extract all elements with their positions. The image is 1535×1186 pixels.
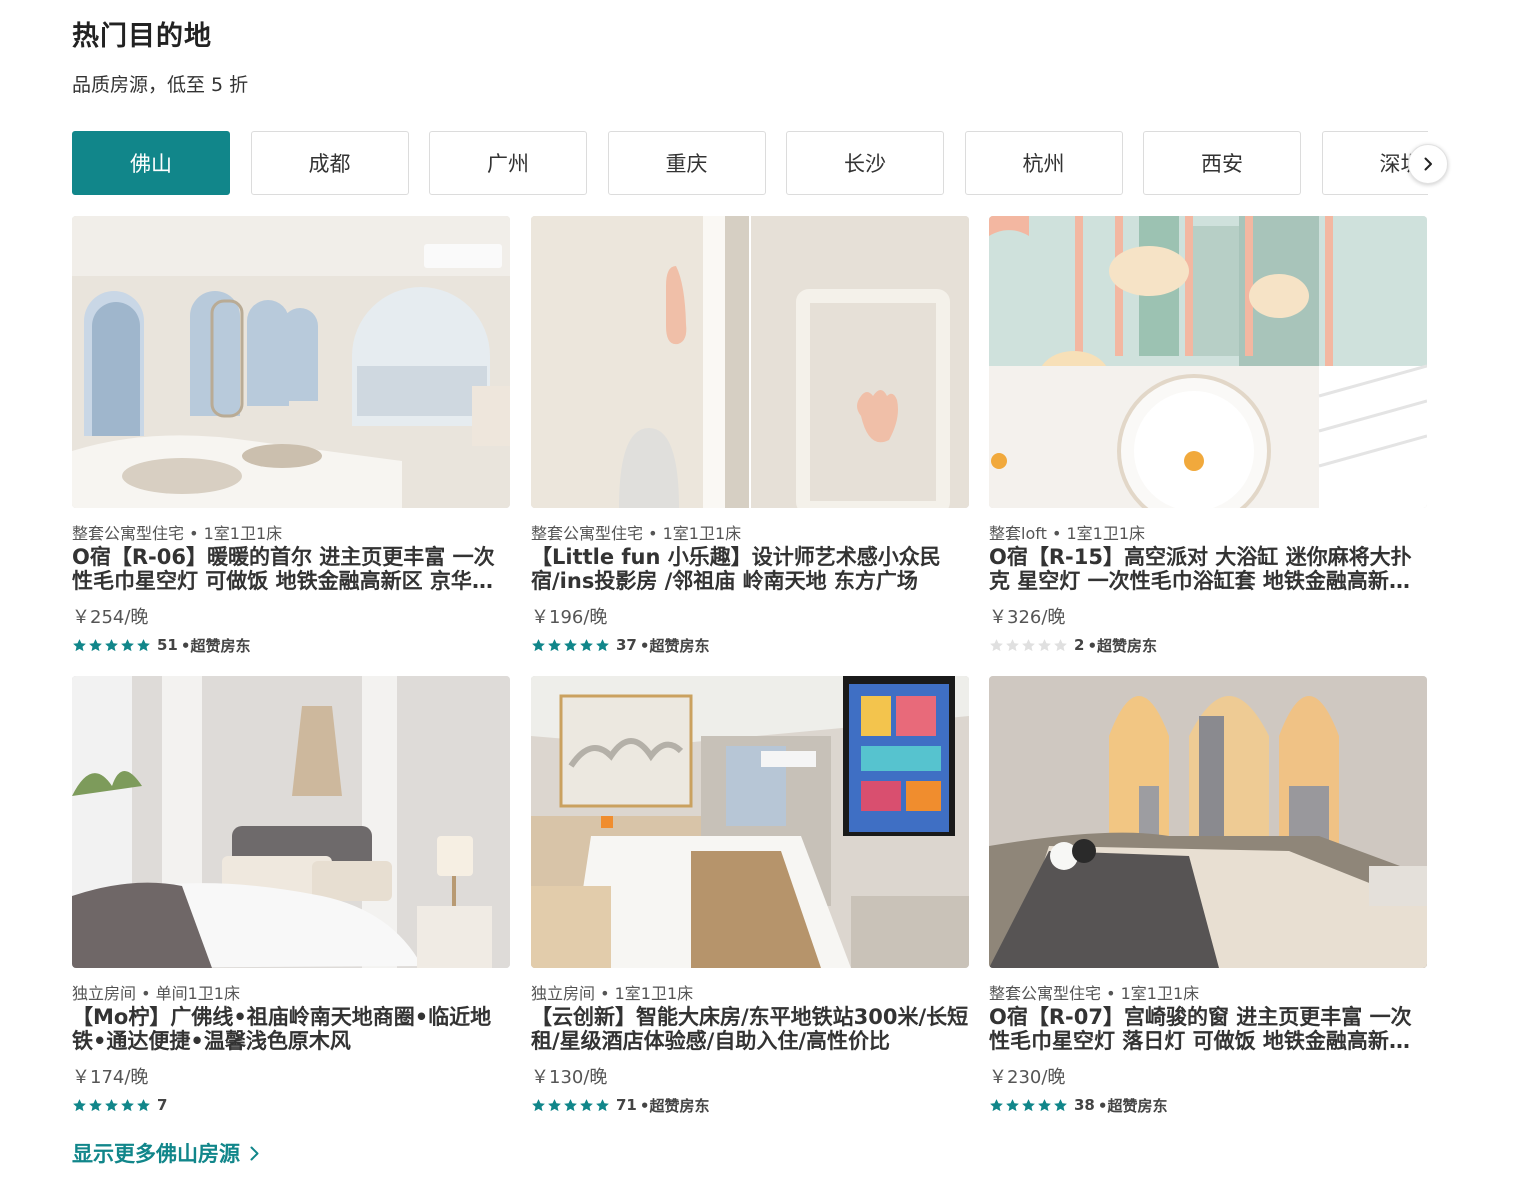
listing-rating: 2 •超赞房东 [989,636,1158,655]
listing-type: 独立房间 • 1室1卫1床 [531,984,694,1003]
review-count: 71 [616,1096,637,1114]
chevron-right-icon [1424,157,1432,171]
star-icon [548,1098,561,1111]
listing-type: 整套公寓型住宅 • 1室1卫1床 [72,524,283,543]
superhost-badge: •超赞房东 [639,636,710,655]
tab-city[interactable]: 成都 [250,131,409,195]
star-icon [121,1098,134,1111]
star-icon [580,638,593,651]
tabs-next-button[interactable] [1408,144,1448,184]
listing-title[interactable]: 【云创新】智能大床房/东平地铁站300米/长短租/星级酒店体验感/自助入住/高性… [531,1005,971,1053]
superhost-badge: •超赞房东 [639,1096,710,1115]
star-icon [105,1098,118,1111]
listing-photo[interactable] [531,676,969,968]
star-icon [596,638,609,651]
star-icon [990,1098,1003,1111]
tab-city[interactable]: 重庆 [607,131,766,195]
review-count: 51 [157,636,178,654]
star-icon [564,638,577,651]
superhost-badge: •超赞房东 [1097,1096,1168,1115]
section-title: 热门目的地 [72,21,212,52]
section-subtitle: 品质房源，低至 5 折 [72,74,249,96]
star-icon [1038,638,1051,651]
star-icon [73,1098,86,1111]
listing-photo[interactable] [989,676,1427,968]
star-icon [1038,1098,1051,1111]
star-rating [989,638,1068,653]
star-icon [1054,638,1067,651]
star-icon [564,1098,577,1111]
star-icon [1006,638,1019,651]
listing-photo[interactable] [989,216,1427,508]
star-icon [990,638,1003,651]
star-rating [72,1098,151,1113]
star-icon [1022,638,1035,651]
listing-type: 整套公寓型住宅 • 1室1卫1床 [531,524,742,543]
listing-rating: 37 •超赞房东 [531,636,710,655]
listing-title[interactable]: 【Little fun 小乐趣】设计师艺术感小众民宿/ins投影房 /邻祖庙 岭… [531,545,971,593]
star-icon [1006,1098,1019,1111]
tab-city[interactable]: 广州 [429,131,587,195]
listing-title[interactable]: 【Mo柠】广佛线•祖庙岭南天地商圈•临近地铁•通达便捷•温馨浅色原木风 [72,1005,512,1053]
review-count: 38 [1074,1096,1095,1114]
star-icon [1054,1098,1067,1111]
star-icon [73,638,86,651]
listing-photo[interactable] [72,676,510,968]
star-icon [532,1098,545,1111]
listing-rating: 38 •超赞房东 [989,1096,1168,1115]
superhost-badge: •超赞房东 [180,636,251,655]
listing-rating: 7 [72,1096,170,1114]
listing-price: ￥196/晚 [531,607,608,628]
listing-rating: 71 •超赞房东 [531,1096,710,1115]
star-rating [531,1098,610,1113]
star-rating [72,638,151,653]
listing-rating: 51 •超赞房东 [72,636,251,655]
tab-city[interactable]: 佛山 [72,131,230,195]
superhost-badge: •超赞房东 [1087,636,1158,655]
listing-price: ￥130/晚 [531,1067,608,1088]
city-tabs: 佛山 成都 广州 重庆 长沙 杭州 西安 深圳 [72,131,1428,195]
star-icon [548,638,561,651]
review-count: 37 [616,636,637,654]
listing-title[interactable]: O宿【R-15】高空派对 大浴缸 迷你麻将大扑克 星空灯 一次性毛巾浴缸套 地铁… [989,545,1429,593]
listing-type: 整套公寓型住宅 • 1室1卫1床 [989,984,1200,1003]
listing-price: ￥326/晚 [989,607,1066,628]
tab-city[interactable]: 西安 [1143,131,1301,195]
show-more-label: 显示更多佛山房源 [72,1142,240,1166]
listing-type: 独立房间 • 单间1卫1床 [72,984,240,1003]
star-icon [580,1098,593,1111]
star-icon [137,638,150,651]
star-icon [137,1098,150,1111]
star-icon [89,1098,102,1111]
chevron-right-icon [250,1146,259,1160]
listing-photo[interactable] [72,216,510,508]
star-icon [596,1098,609,1111]
listing-photo[interactable] [531,216,969,508]
review-count: 7 [157,1096,168,1114]
review-count: 2 [1074,636,1085,654]
tab-city[interactable]: 杭州 [964,131,1123,195]
listing-type: 整套loft • 1室1卫1床 [989,524,1146,543]
show-more-link[interactable]: 显示更多佛山房源 [72,1138,259,1168]
tab-city[interactable]: 长沙 [786,131,944,195]
listing-title[interactable]: O宿【R-06】暖暖的首尔 进主页更丰富 一次性毛巾星空灯 可做饭 地铁金融高新… [72,545,512,593]
star-icon [89,638,102,651]
listing-price: ￥174/晚 [72,1067,149,1088]
star-icon [1022,1098,1035,1111]
star-rating [989,1098,1068,1113]
star-rating [531,638,610,653]
star-icon [532,638,545,651]
listing-price: ￥254/晚 [72,607,149,628]
listing-price: ￥230/晚 [989,1067,1066,1088]
star-icon [121,638,134,651]
listing-title[interactable]: O宿【R-07】宫崎骏的窗 进主页更丰富 一次性毛巾星空灯 落日灯 可做饭 地铁… [989,1005,1429,1053]
star-icon [105,638,118,651]
